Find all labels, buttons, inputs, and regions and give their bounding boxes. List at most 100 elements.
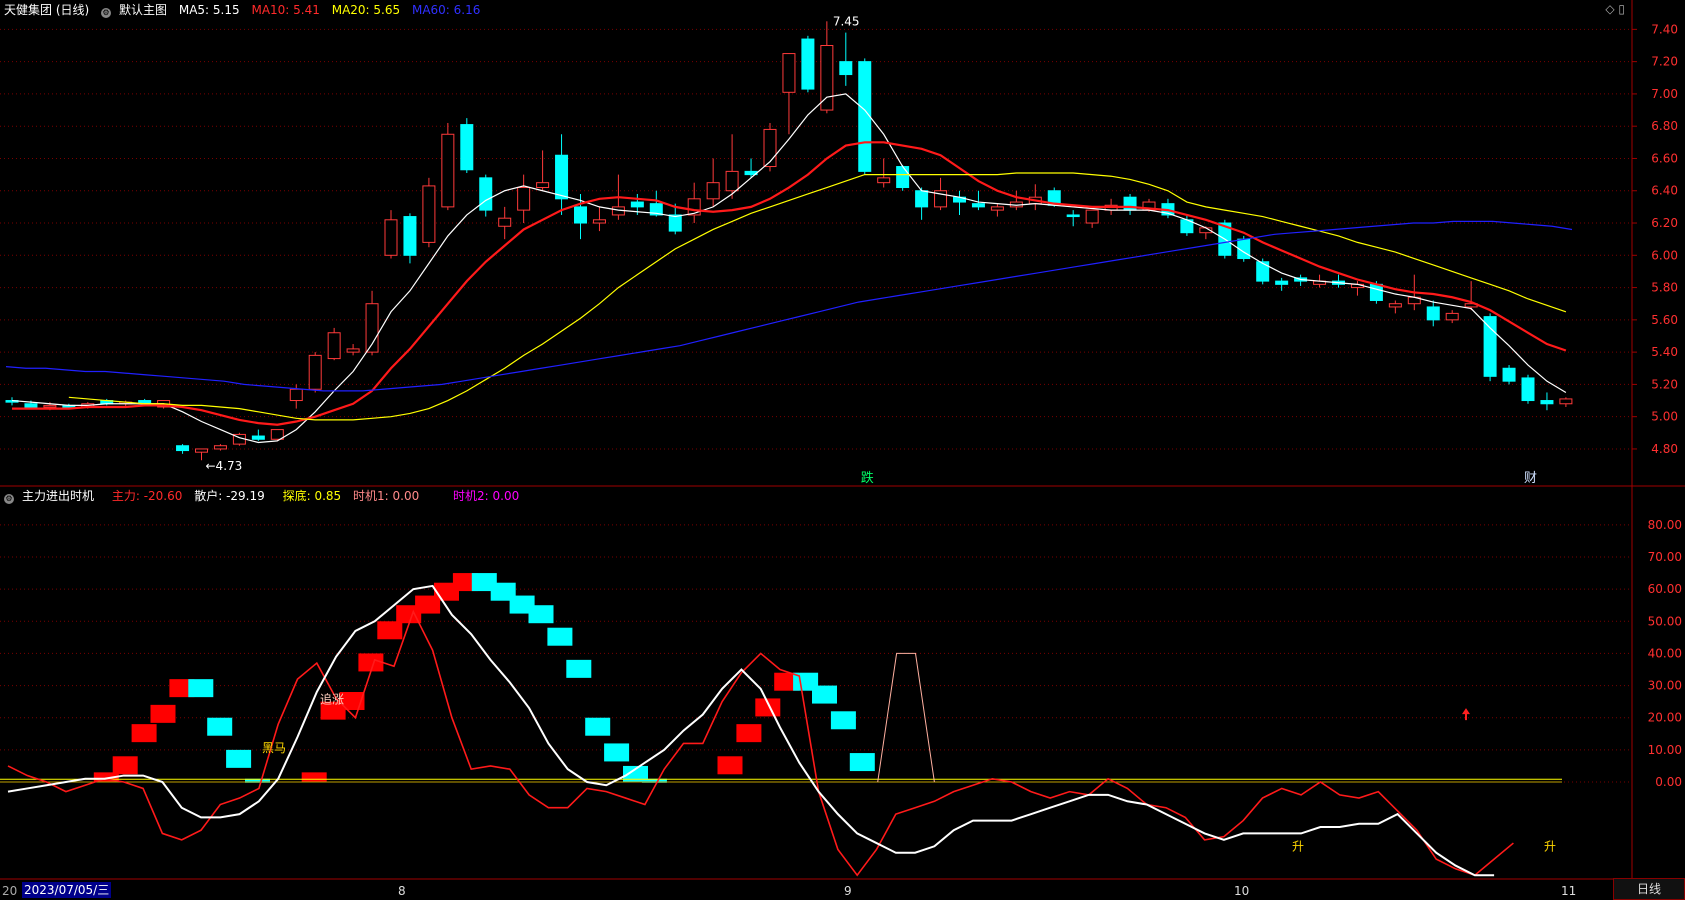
main-tick-label: 5.40 [1651, 345, 1678, 359]
signal-block [377, 621, 403, 640]
signal-block [830, 711, 856, 730]
candle-body [725, 170, 739, 192]
signal-block [717, 756, 743, 775]
candle-body [1066, 214, 1080, 218]
sub-tick-label: 40.00 [1648, 646, 1682, 660]
candle [251, 429, 265, 441]
candle [1256, 258, 1270, 285]
signal-block [301, 772, 327, 782]
candle-body [195, 448, 208, 453]
candle-body [213, 445, 227, 450]
sheng-label-2: 升 [1544, 839, 1556, 853]
candle [1388, 300, 1402, 314]
candle [1085, 209, 1099, 228]
candle-body [915, 190, 929, 208]
candle [365, 290, 379, 356]
x-label-sep: 9 [844, 884, 852, 898]
chart-canvas[interactable]: 4.80 5.00 5.20 5.40 5.60 5.80 6.00 6.20 6.40 6.60… [0, 0, 1685, 900]
candle-body [441, 133, 455, 208]
candle-body [839, 61, 853, 76]
candle-body [592, 219, 606, 224]
ma20-label: MA20: 5.65 [331, 3, 401, 17]
signal-block [547, 627, 573, 646]
candle-body [555, 154, 569, 200]
settings-icon[interactable]: ⚙ [4, 494, 14, 504]
candle-body [1540, 400, 1554, 405]
indicator-title[interactable]: 主力进出时机 [22, 489, 94, 503]
candle [1350, 281, 1364, 296]
candle-body [877, 177, 891, 184]
tandi-label: 探底: 0.85 [282, 489, 342, 503]
ma-line-ma20 [68, 172, 1567, 421]
die-marker: 跌 [861, 470, 874, 486]
candle-body [1559, 398, 1573, 405]
candle [384, 210, 398, 259]
candle [1559, 397, 1573, 407]
heima-label: 黑马 [262, 741, 286, 755]
candle [687, 182, 701, 224]
candle [346, 344, 360, 356]
stock-title[interactable]: 天健集团 (日线) [4, 3, 89, 17]
candle-body [384, 219, 398, 256]
candle [1066, 210, 1080, 227]
template-name[interactable]: 默认主图 [119, 3, 167, 17]
main-tick-label: 7.20 [1651, 55, 1678, 69]
panel-icon[interactable]: ▯ [1618, 2, 1625, 16]
zhuli-label: 主力: -20.60 [111, 489, 183, 503]
candle [517, 174, 531, 224]
candle-body [630, 201, 644, 208]
signal-block [226, 749, 252, 768]
candle [877, 158, 891, 188]
candle [536, 150, 550, 191]
candle-body [858, 61, 872, 172]
candle-body [251, 435, 265, 440]
sub-tick-label: 30.00 [1648, 679, 1682, 693]
candle [1275, 277, 1289, 291]
candle-body [1085, 209, 1099, 224]
candle [441, 122, 455, 211]
candle-body [327, 332, 341, 360]
candle [270, 429, 284, 441]
sanhu-label: 散户: -29.19 [194, 489, 265, 503]
diamond-icon[interactable]: ◇ [1605, 2, 1614, 16]
candle [1521, 374, 1535, 404]
sub-tick-label: 20.00 [1648, 711, 1682, 725]
candle [1009, 190, 1023, 211]
ma60-label: MA60: 6.16 [411, 3, 481, 17]
candle-body [1502, 367, 1516, 382]
candle [1332, 274, 1345, 288]
candle [479, 174, 493, 217]
x-label-aug: 8 [398, 884, 406, 898]
candle [801, 35, 815, 93]
main-tick-label: 6.80 [1651, 119, 1678, 133]
candle [327, 327, 341, 361]
candle-body [1445, 312, 1459, 321]
signal-block [112, 756, 138, 775]
sheng-label-1: 升 [1292, 839, 1304, 853]
sub-tick-label: 80.00 [1648, 518, 1682, 532]
period-tab[interactable]: 日线 [1613, 878, 1685, 900]
candle [820, 21, 834, 114]
candle-body [1426, 306, 1440, 321]
main-tick-label: 5.60 [1651, 313, 1678, 327]
candle-body [289, 388, 303, 402]
main-tick-label: 6.00 [1651, 248, 1678, 262]
candle [1540, 392, 1554, 411]
candle-body [308, 354, 322, 390]
signal-block [604, 743, 630, 762]
shiji2-label: 时机2: 0.00 [453, 489, 520, 503]
candle [308, 352, 322, 393]
candle-body [896, 166, 910, 189]
candle [896, 164, 910, 191]
settings-icon[interactable]: ⚙ [101, 8, 112, 18]
low-price-label: ←4.73 [206, 459, 243, 473]
candle [555, 134, 569, 215]
candle [176, 444, 190, 454]
candle-body [536, 182, 550, 189]
signal-block [736, 724, 762, 743]
sub-tick-label: 10.00 [1648, 743, 1682, 757]
candle [953, 190, 966, 215]
main-tick-label: 4.80 [1651, 442, 1678, 456]
cai-marker: 财 [1524, 471, 1537, 486]
sub-chart-header: ⚙ 主力进出时机 主力: -20.60 散户: -29.19 探底: 0.85 时… [4, 487, 527, 504]
